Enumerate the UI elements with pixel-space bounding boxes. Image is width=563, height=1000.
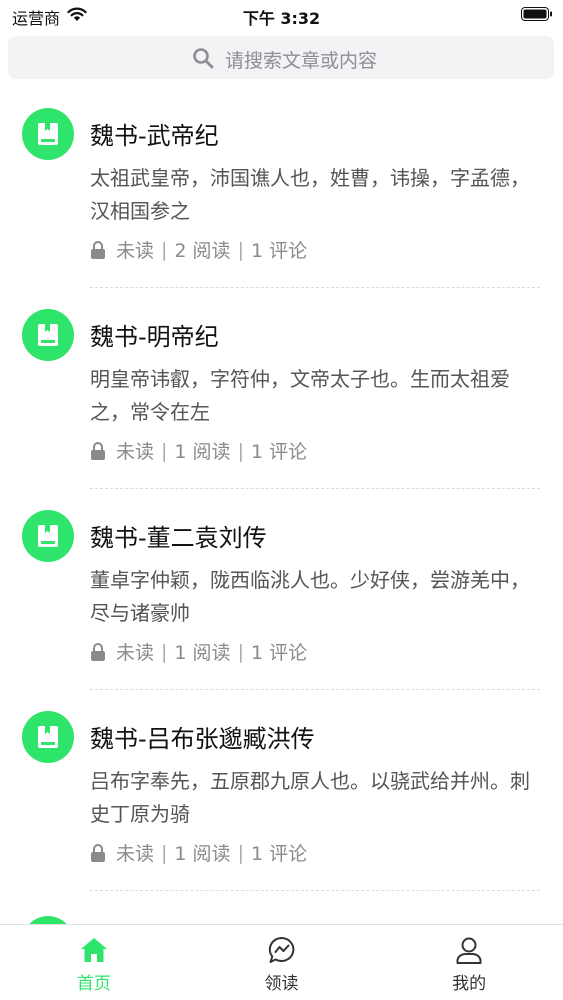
article-item[interactable]: 魏书-吕布张邈臧洪传 吕布字奉先，五原郡九原人也。以骁武给并州。刺史丁原为骑 未… bbox=[0, 691, 563, 892]
read-status: 未读 bbox=[116, 441, 155, 463]
book-icon bbox=[22, 309, 74, 361]
home-icon bbox=[80, 938, 107, 962]
search-input[interactable]: 请搜索文章或内容 bbox=[225, 46, 377, 73]
article-item[interactable]: 魏书-董二袁刘传 董卓字仲颖，陇西临洮人也。少好侠，尝游羌中，尽与诸豪帅 未读 |… bbox=[0, 490, 563, 691]
book-icon bbox=[22, 510, 74, 562]
tab-label: 我的 bbox=[452, 974, 487, 994]
battery-icon bbox=[521, 7, 552, 21]
article-list: 魏书-武帝纪 太祖武皇帝，沛国谯人也，姓曹，讳操，字孟德，汉相国参之 未读 | 2 … bbox=[0, 88, 563, 968]
read-status: 未读 bbox=[116, 240, 155, 262]
divider bbox=[90, 689, 540, 690]
person-icon bbox=[456, 937, 482, 964]
lock-icon bbox=[91, 240, 105, 259]
article-meta: 未读 | 1 阅读 | 1 评论 bbox=[90, 839, 307, 866]
tab-home[interactable]: 首页 bbox=[0, 925, 188, 1000]
article-title: 魏书-武帝纪 bbox=[90, 122, 219, 150]
comment-count: 1 评论 bbox=[250, 441, 308, 463]
tab-label: 首页 bbox=[76, 974, 111, 994]
article-excerpt: 太祖武皇帝，沛国谯人也，姓曹，讳操，字孟德，汉相国参之 bbox=[90, 166, 530, 223]
lock-icon bbox=[91, 642, 105, 661]
tab-label: 领读 bbox=[264, 974, 299, 994]
article-meta: 未读 | 2 阅读 | 1 评论 bbox=[90, 236, 307, 263]
comment-count: 1 评论 bbox=[250, 240, 308, 262]
chat-icon bbox=[268, 936, 294, 963]
article-item[interactable]: 魏书-明帝纪 明皇帝讳叡，字符仲，文帝太子也。生而太祖爱之，常令在左 未读 | 1 … bbox=[0, 289, 563, 490]
article-meta: 未读 | 1 阅读 | 1 评论 bbox=[90, 437, 307, 464]
comment-count: 1 评论 bbox=[250, 843, 308, 865]
article-excerpt: 明皇帝讳叡，字符仲，文帝太子也。生而太祖爱之，常令在左 bbox=[90, 367, 510, 424]
article-excerpt: 吕布字奉先，五原郡九原人也。以骁武给并州。刺史丁原为骑 bbox=[90, 769, 530, 826]
article-excerpt: 董卓字仲颖，陇西临洮人也。少好侠，尝游羌中，尽与诸豪帅 bbox=[90, 568, 530, 625]
article-item[interactable]: 魏书-武帝纪 太祖武皇帝，沛国谯人也，姓曹，讳操，字孟德，汉相国参之 未读 | 2 … bbox=[0, 88, 563, 289]
article-title: 魏书-明帝纪 bbox=[90, 323, 219, 351]
status-time: 下午 3:32 bbox=[242, 9, 321, 28]
book-icon bbox=[22, 711, 74, 763]
divider bbox=[90, 890, 540, 891]
tab-lead-reading[interactable]: 领读 bbox=[188, 925, 376, 1000]
article-title: 魏书-吕布张邈臧洪传 bbox=[90, 725, 315, 753]
lock-icon bbox=[91, 843, 105, 862]
divider bbox=[90, 287, 540, 288]
search-bar[interactable]: 请搜索文章或内容 bbox=[8, 36, 554, 79]
book-icon bbox=[22, 108, 74, 160]
article-title: 魏书-董二袁刘传 bbox=[90, 524, 267, 552]
read-status: 未读 bbox=[116, 843, 155, 865]
tab-profile[interactable]: 我的 bbox=[375, 925, 563, 1000]
read-count: 1 阅读 bbox=[174, 642, 231, 664]
search-icon bbox=[193, 48, 214, 69]
status-bar: 运营商 下午 3:32 bbox=[0, 0, 563, 30]
read-count: 1 阅读 bbox=[174, 843, 231, 865]
divider bbox=[90, 488, 540, 489]
read-count: 2 阅读 bbox=[174, 240, 231, 262]
tab-bar: 首页 领读 我的 bbox=[0, 924, 563, 1000]
article-meta: 未读 | 1 阅读 | 1 评论 bbox=[90, 638, 307, 665]
read-count: 1 阅读 bbox=[174, 441, 231, 463]
lock-icon bbox=[91, 441, 105, 460]
read-status: 未读 bbox=[116, 642, 155, 664]
comment-count: 1 评论 bbox=[250, 642, 308, 664]
